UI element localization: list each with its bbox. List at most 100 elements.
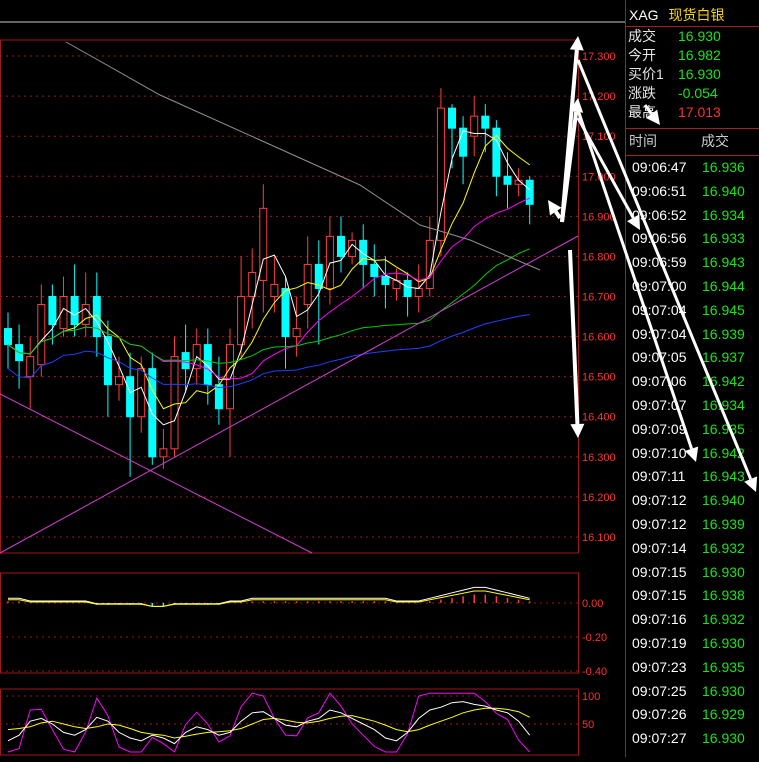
candle-body <box>292 328 301 338</box>
tick-time: 09:07:16 <box>632 611 687 628</box>
tick-time: 09:07:04 <box>632 301 687 318</box>
price-axis-label: 17.000 <box>582 171 616 183</box>
tick-row: 09:06:59 16.943 <box>626 251 759 275</box>
candle-body <box>403 279 412 297</box>
candle-body <box>503 175 512 185</box>
tick-time: 09:07:15 <box>632 587 687 604</box>
tick-price: 16.932 <box>702 611 745 628</box>
quote-label: 涨跌 <box>628 85 656 101</box>
candle-body <box>414 287 423 297</box>
macd-axis-label: 0.00 <box>582 598 603 610</box>
tick-price: 16.939 <box>702 515 745 532</box>
tick-row: 09:07:05 16.937 <box>626 346 759 370</box>
quote-row: 成交 16.930 <box>626 27 759 46</box>
kdj-axis-label: 50 <box>582 719 594 731</box>
kdj-panel-frame <box>0 688 579 756</box>
candle-body <box>370 263 379 277</box>
price-axis-label: 16.700 <box>582 292 616 304</box>
quote-value: 17.013 <box>678 104 721 120</box>
tick-row: 09:07:12 16.940 <box>626 489 759 513</box>
quote-value: 16.982 <box>678 47 721 63</box>
tick-price: 16.934 <box>702 206 745 223</box>
price-axis-label: 17.100 <box>582 131 616 143</box>
price-axis-label: 16.900 <box>582 211 616 223</box>
tick-row: 09:07:06 16.942 <box>626 370 759 394</box>
ma250-line <box>65 41 541 271</box>
quote-panel: XAG 现货白银 成交 16.930 今开 16.982 买价1 16.930 涨跌 -0.0… <box>625 0 759 757</box>
quote-label: 买价1 <box>628 66 664 82</box>
tick-row: 09:07:04 16.945 <box>626 299 759 323</box>
candle-body <box>525 179 534 205</box>
tick-price: 16.940 <box>702 182 745 199</box>
candle-body <box>159 448 168 458</box>
ticks-header-time: 时间 <box>629 133 657 149</box>
candle-body <box>203 344 212 386</box>
tick-price: 16.930 <box>702 634 745 651</box>
tick-row: 09:06:47 16.936 <box>626 156 759 180</box>
price-axis-label: 16.800 <box>582 251 616 263</box>
tick-row: 09:07:27 16.930 <box>626 727 759 751</box>
tick-row: 09:07:09 16.935 <box>626 418 759 442</box>
quote-row: 买价1 16.930 <box>626 65 759 84</box>
macd-panel-frame <box>0 572 579 674</box>
candle-body <box>214 384 223 410</box>
tick-time: 09:06:52 <box>632 206 687 223</box>
symbol-title: XAG 现货白银 <box>626 0 759 27</box>
tick-time: 09:06:59 <box>632 254 687 271</box>
candle-body <box>126 376 135 418</box>
ticks-header-price: 成交 <box>701 133 729 149</box>
candle-body <box>81 304 90 326</box>
tick-time: 09:07:04 <box>632 325 687 342</box>
candle-body <box>26 356 35 378</box>
price-axis-label: 16.400 <box>582 412 616 424</box>
tick-row: 09:07:16 16.932 <box>626 608 759 632</box>
candle-body <box>448 107 456 129</box>
price-axis-label: 16.300 <box>582 452 616 464</box>
candle-body <box>4 328 12 346</box>
tick-price: 16.932 <box>702 539 745 556</box>
price-axis-label: 16.100 <box>582 532 616 544</box>
tick-time: 09:07:12 <box>632 492 687 509</box>
tick-price: 16.934 <box>702 396 745 413</box>
tick-time: 09:07:12 <box>632 515 687 532</box>
candle-body <box>425 239 434 289</box>
tick-row: 09:07:12 16.939 <box>626 513 759 537</box>
macd-axis-label: -0.20 <box>582 632 607 644</box>
candle-body <box>148 368 157 458</box>
tick-row: 09:07:19 16.930 <box>626 632 759 656</box>
quote-value: 16.930 <box>678 66 721 82</box>
quote-label: 成交 <box>628 28 656 44</box>
candle-body <box>226 344 234 410</box>
candle-body <box>115 376 123 386</box>
quote-row: 最高 17.013 <box>626 103 759 122</box>
candle-body <box>170 356 179 450</box>
candle-body <box>381 275 390 285</box>
quote-summary: 成交 16.930 今开 16.982 买价1 16.930 涨跌 -0.054 最高 17.01… <box>626 27 759 122</box>
tick-price: 16.930 <box>702 682 745 699</box>
candle-body <box>459 127 468 157</box>
candle-body <box>237 296 246 346</box>
tick-row: 09:06:56 16.933 <box>626 227 759 251</box>
chart-area[interactable]: 17.300 17.200 17.100 17.000 16.900 16.800 16.7… <box>0 0 625 757</box>
kdj-axis-label: 100 <box>582 691 600 703</box>
tick-list[interactable]: 09:06:47 16.936 09:06:51 16.940 09:06:52 16.9… <box>626 155 759 751</box>
tick-time: 09:06:47 <box>632 159 687 175</box>
tick-time: 09:06:56 <box>632 230 687 247</box>
candle-body <box>92 296 101 338</box>
tick-time: 09:07:19 <box>632 634 687 651</box>
tick-time: 09:07:23 <box>632 658 687 675</box>
quote-row: 涨跌 -0.054 <box>626 84 759 103</box>
tick-row: 09:06:52 16.934 <box>626 204 759 228</box>
candle-body <box>481 115 490 129</box>
kline-chart-svg[interactable]: 17.300 17.200 17.100 17.000 16.900 16.800 16.7… <box>0 0 625 757</box>
tick-price: 16.942 <box>702 444 745 461</box>
tick-time: 09:07:15 <box>632 563 687 580</box>
tick-price: 16.944 <box>702 277 745 294</box>
tick-price: 16.940 <box>702 492 745 509</box>
tick-price: 16.930 <box>702 563 745 580</box>
candle-body <box>103 336 112 386</box>
tick-price: 16.942 <box>702 373 745 390</box>
tick-time: 09:07:06 <box>632 373 687 390</box>
kdj-d-line <box>7 707 530 739</box>
tick-time: 09:07:09 <box>632 420 687 437</box>
